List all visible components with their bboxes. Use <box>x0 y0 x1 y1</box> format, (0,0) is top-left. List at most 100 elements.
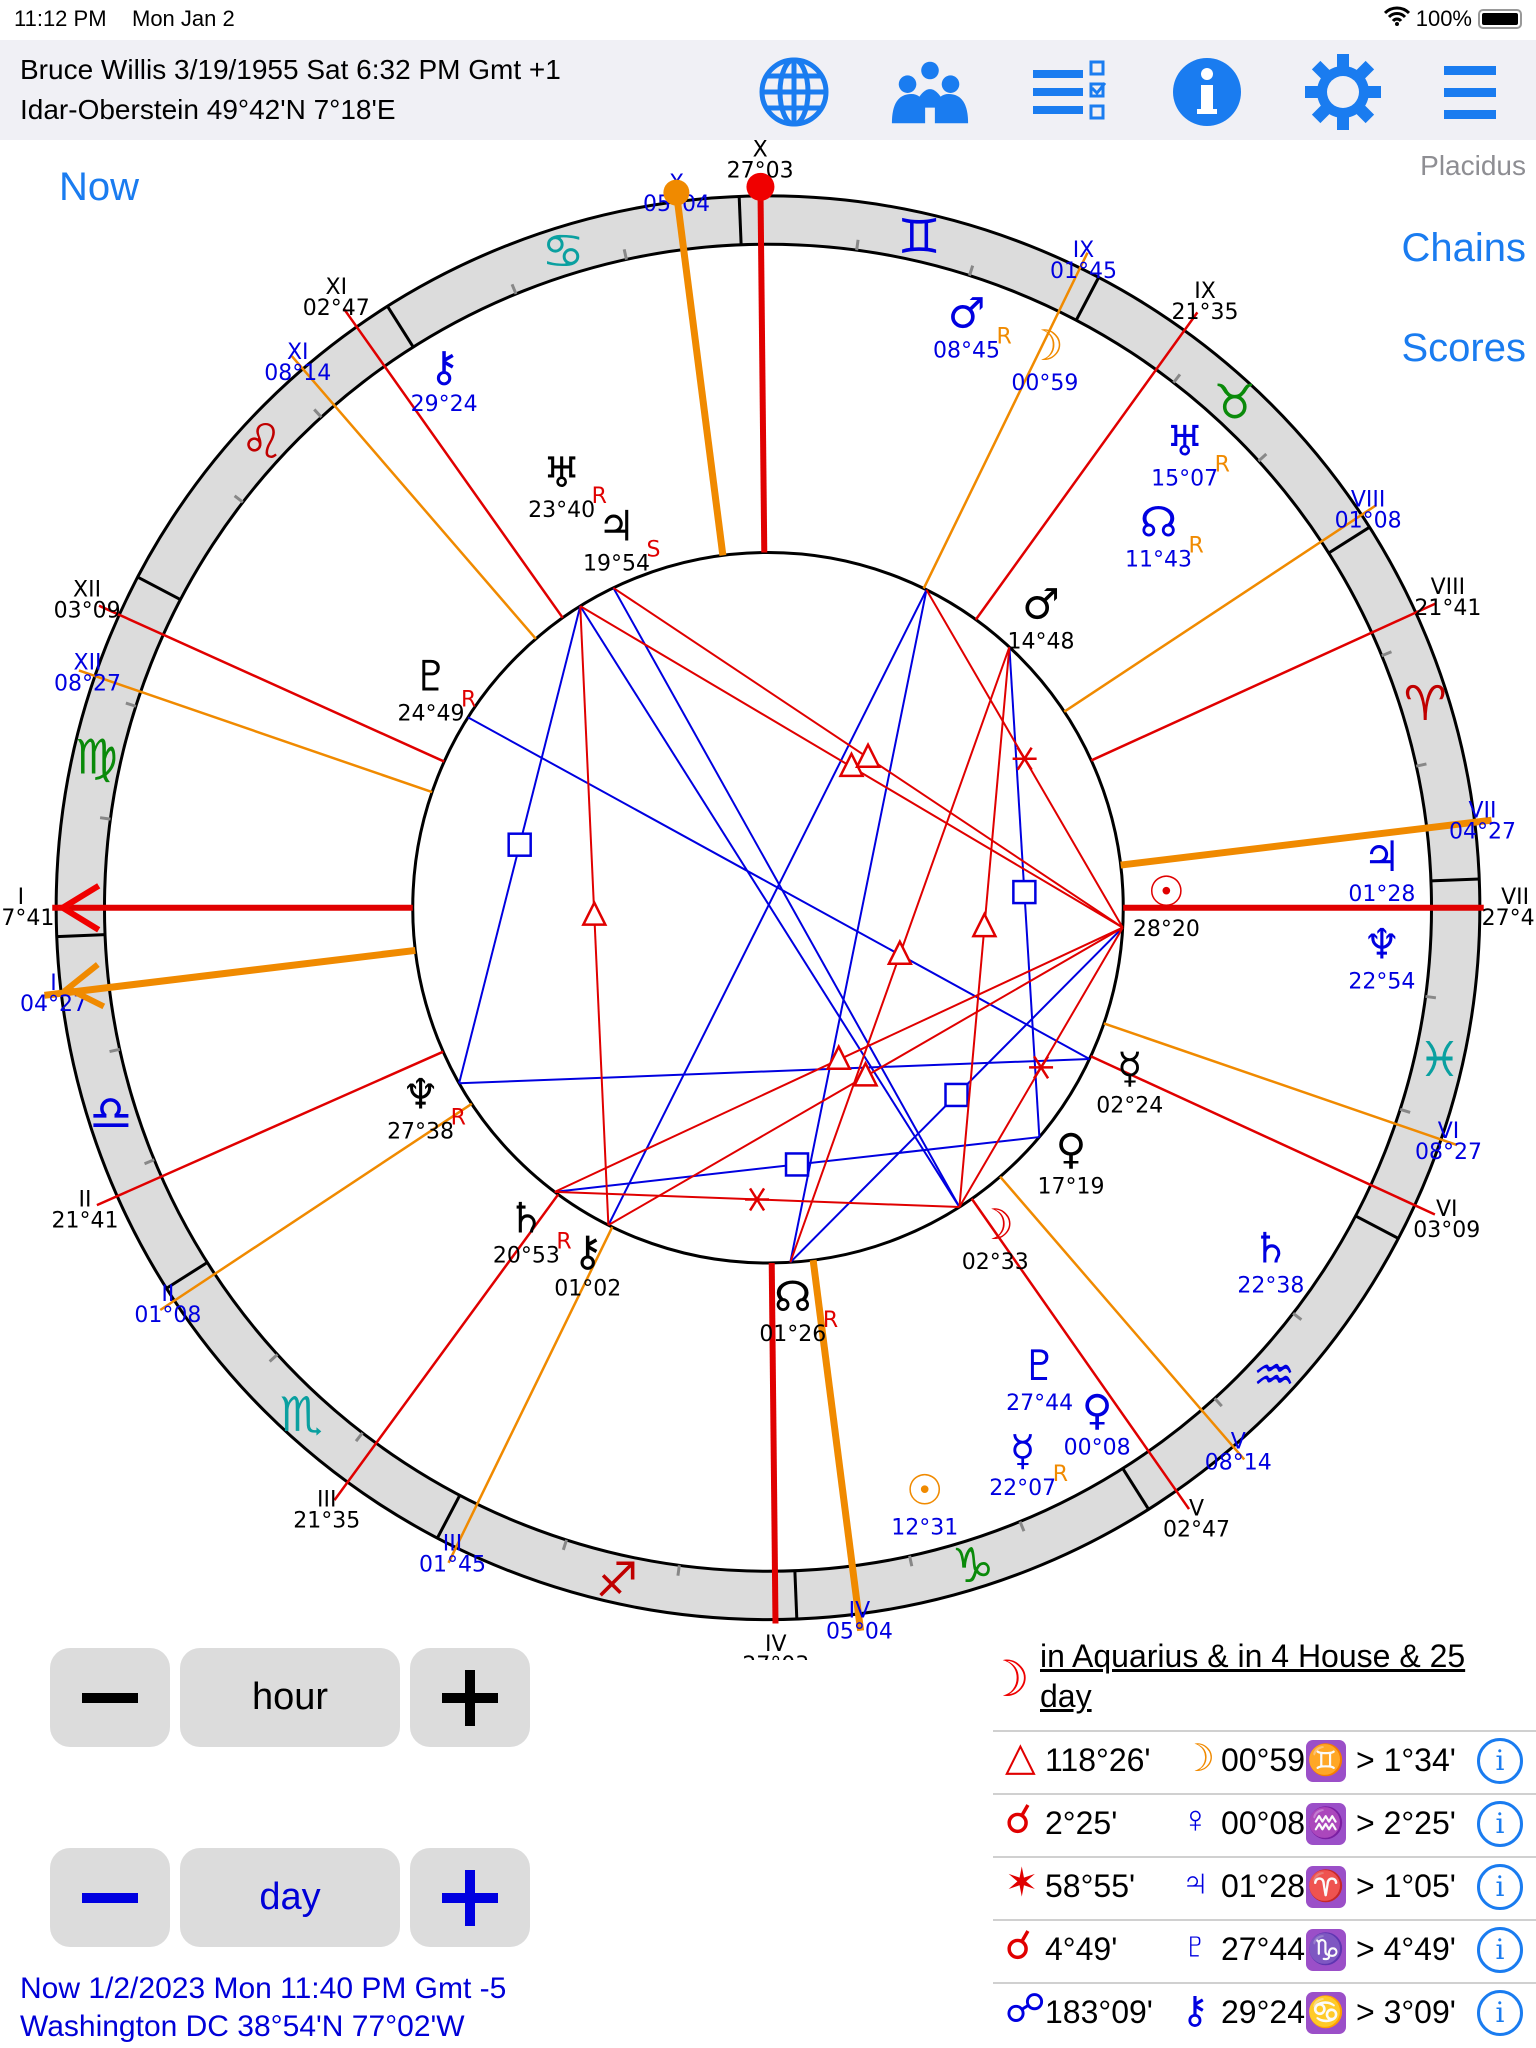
aspect-row[interactable]: ✶ 58°55' ♃ 01°28' ♈ > 1°05' i <box>993 1856 1536 1920</box>
transit-jupiter-degree: 01°28 <box>1348 882 1415 907</box>
moon-details-link[interactable]: in Aquarius & in 4 House & 25 day <box>1040 1636 1520 1716</box>
transit-moon-icon: ☽ <box>1026 321 1064 370</box>
natal-cusp-degree: 27°41 <box>0 906 54 931</box>
info-button[interactable]: i <box>1477 1801 1523 1847</box>
day-plus-button[interactable] <box>410 1848 530 1947</box>
natal-cusp-degree: 27°03 <box>742 1653 809 1660</box>
day-minus-button[interactable] <box>50 1848 170 1947</box>
aspect-square-marker <box>784 1152 810 1177</box>
transit-node-icon: ☊ <box>1140 497 1177 546</box>
natal-neptune-flag: R <box>451 1106 466 1131</box>
sign-divider <box>793 1570 799 1620</box>
transit-cusp-line <box>1103 1022 1458 1147</box>
aspect-angle: 183°09' <box>1045 1994 1153 2030</box>
natal-cusp-degree: 21°41 <box>1414 596 1481 621</box>
aspect-symbol-icon: ✶ <box>1005 1861 1039 1905</box>
transit-location[interactable]: Washington DC 38°54'N 77°02'W <box>20 2010 465 2044</box>
orb-value: > 4°49' <box>1356 1931 1456 1967</box>
chart-wheel[interactable]: ♈♉♊♋♌♍♎♏♐♑♒♓I27°41II21°41III21°35IV27°03… <box>0 0 1536 1660</box>
info-button[interactable]: i <box>1477 1927 1523 1973</box>
degree-tick <box>1425 994 1437 1000</box>
natal-cusp-degree: 02°47 <box>303 296 370 321</box>
transit-datetime[interactable]: Now 1/2/2023 Mon 11:40 PM Gmt -5 <box>20 1972 506 2006</box>
aspect-angle: 2°25' <box>1045 1805 1118 1841</box>
aspect-square-marker <box>1012 879 1037 905</box>
transit-sun-icon: ☉ <box>906 1465 944 1514</box>
planet-position: 27°44' <box>1221 1931 1312 1967</box>
transit-venus-icon: ♀ <box>1082 1386 1113 1435</box>
hour-plus-button[interactable] <box>410 1648 530 1747</box>
natal-sun-icon: ☉ <box>1148 867 1186 916</box>
degree-tick <box>99 816 111 821</box>
sign-icon: ♑ <box>1306 1929 1346 1971</box>
natal-moon-icon: ☽ <box>976 1200 1014 1249</box>
transit-mars-degree: 08°45 <box>933 338 1000 363</box>
transit-cusp-degree: 01°45 <box>1050 259 1117 284</box>
now-button[interactable]: Now <box>59 165 139 210</box>
degree-tick <box>855 239 860 251</box>
natal-cusp-degree: 21°35 <box>1172 300 1239 325</box>
aspect-row[interactable]: △ 118°26' ☽ 00°59' ♊ > 1°34' i <box>993 1730 1536 1794</box>
aspect-symbol-icon: △ <box>1005 1735 1036 1779</box>
orb-value: > 3°09' <box>1356 1994 1456 2030</box>
day-step-button[interactable]: day <box>180 1848 400 1947</box>
natal-cusp-line <box>757 192 768 553</box>
aspect-line-opposition <box>459 1058 1090 1085</box>
transit-sun-degree: 12°31 <box>891 1515 958 1540</box>
aspect-row[interactable]: ☌ 2°25' ♀ 00°08' ♒ > 2°25' i <box>993 1793 1536 1857</box>
natal-chiron-icon: ⚷ <box>572 1226 603 1275</box>
aspect-trine-marker <box>581 899 608 926</box>
aspect-angle: 118°26' <box>1045 1742 1151 1778</box>
natal-cusp-degree: 27°41 <box>1482 906 1536 931</box>
natal-venus-degree: 17°19 <box>1038 1174 1105 1199</box>
aspect-row[interactable]: ☌ 4°49' ♇ 27°44' ♑ > 4°49' i <box>993 1919 1536 1983</box>
transit-mc-marker <box>663 179 690 206</box>
hour-minus-button[interactable] <box>50 1648 170 1747</box>
info-button[interactable]: i <box>1477 1864 1523 1910</box>
natal-cusp-degree: 02°47 <box>1163 1518 1230 1543</box>
aspect-row[interactable]: ☍ 183°09' ⚷ 29°24' ♋ > 3°09' i <box>993 1982 1536 2046</box>
chains-button[interactable]: Chains <box>1401 226 1526 271</box>
natal-venus-icon: ♀ <box>1056 1124 1087 1173</box>
aspect-line-opposition <box>579 605 961 1208</box>
aspect-sextile-marker <box>745 1187 770 1212</box>
planet-position: 00°08' <box>1221 1805 1312 1841</box>
transit-saturn-degree: 22°38 <box>1237 1274 1304 1299</box>
transit-mercury-icon: ☿ <box>1010 1426 1036 1475</box>
transit-cusp-degree: 01°08 <box>1335 509 1402 534</box>
transit-planet-icon: ♀ <box>1181 1799 1210 1841</box>
info-button[interactable]: i <box>1477 1990 1523 2036</box>
info-button[interactable]: i <box>1477 1738 1523 1784</box>
hour-step-button[interactable]: hour <box>180 1648 400 1747</box>
transit-moon-degree: 00°59 <box>1011 371 1078 396</box>
degree-tick <box>676 1565 681 1576</box>
natal-jupiter-icon: ♃ <box>598 501 636 550</box>
sign-glyph-5: ♍ <box>75 730 118 786</box>
scores-button[interactable]: Scores <box>1402 326 1527 371</box>
sign-icon: ♈ <box>1306 1866 1346 1908</box>
transit-cusp-degree: 01°08 <box>134 1303 201 1328</box>
aspect-angle: 4°49' <box>1045 1931 1118 1967</box>
natal-pluto-icon: ♇ <box>412 652 450 701</box>
sign-glyph-6: ♎ <box>89 1086 132 1142</box>
natal-saturn-degree: 20°53 <box>493 1244 560 1269</box>
sign-icon: ♊ <box>1306 1740 1346 1782</box>
natal-uranus-icon: ♅ <box>543 448 581 497</box>
sign-glyph-9: ♑ <box>951 1538 994 1594</box>
transit-jupiter-icon: ♃ <box>1363 832 1401 881</box>
aspect-line-opposition <box>607 589 928 1226</box>
sign-glyph-10: ♒ <box>1253 1347 1296 1403</box>
transit-cusp-line <box>999 1175 1246 1461</box>
aspect-line-opposition <box>789 589 928 1263</box>
aspect-square-marker <box>507 832 532 857</box>
aspect-line-opposition <box>467 716 1090 1060</box>
house-system-label[interactable]: Placidus <box>1420 150 1526 182</box>
transit-planet-icon: ⚷ <box>1181 1990 1209 2032</box>
sign-glyph-7: ♏ <box>280 1387 323 1443</box>
aspect-symbol-icon: ☌ <box>1005 1798 1032 1842</box>
transit-neptune-degree: 22°54 <box>1348 969 1415 994</box>
orb-value: > 2°25' <box>1356 1805 1456 1841</box>
planet-position: 00°59' <box>1221 1742 1312 1778</box>
natal-cusp-degree: 03°09 <box>54 598 121 623</box>
aspect-trine-marker <box>886 938 913 965</box>
